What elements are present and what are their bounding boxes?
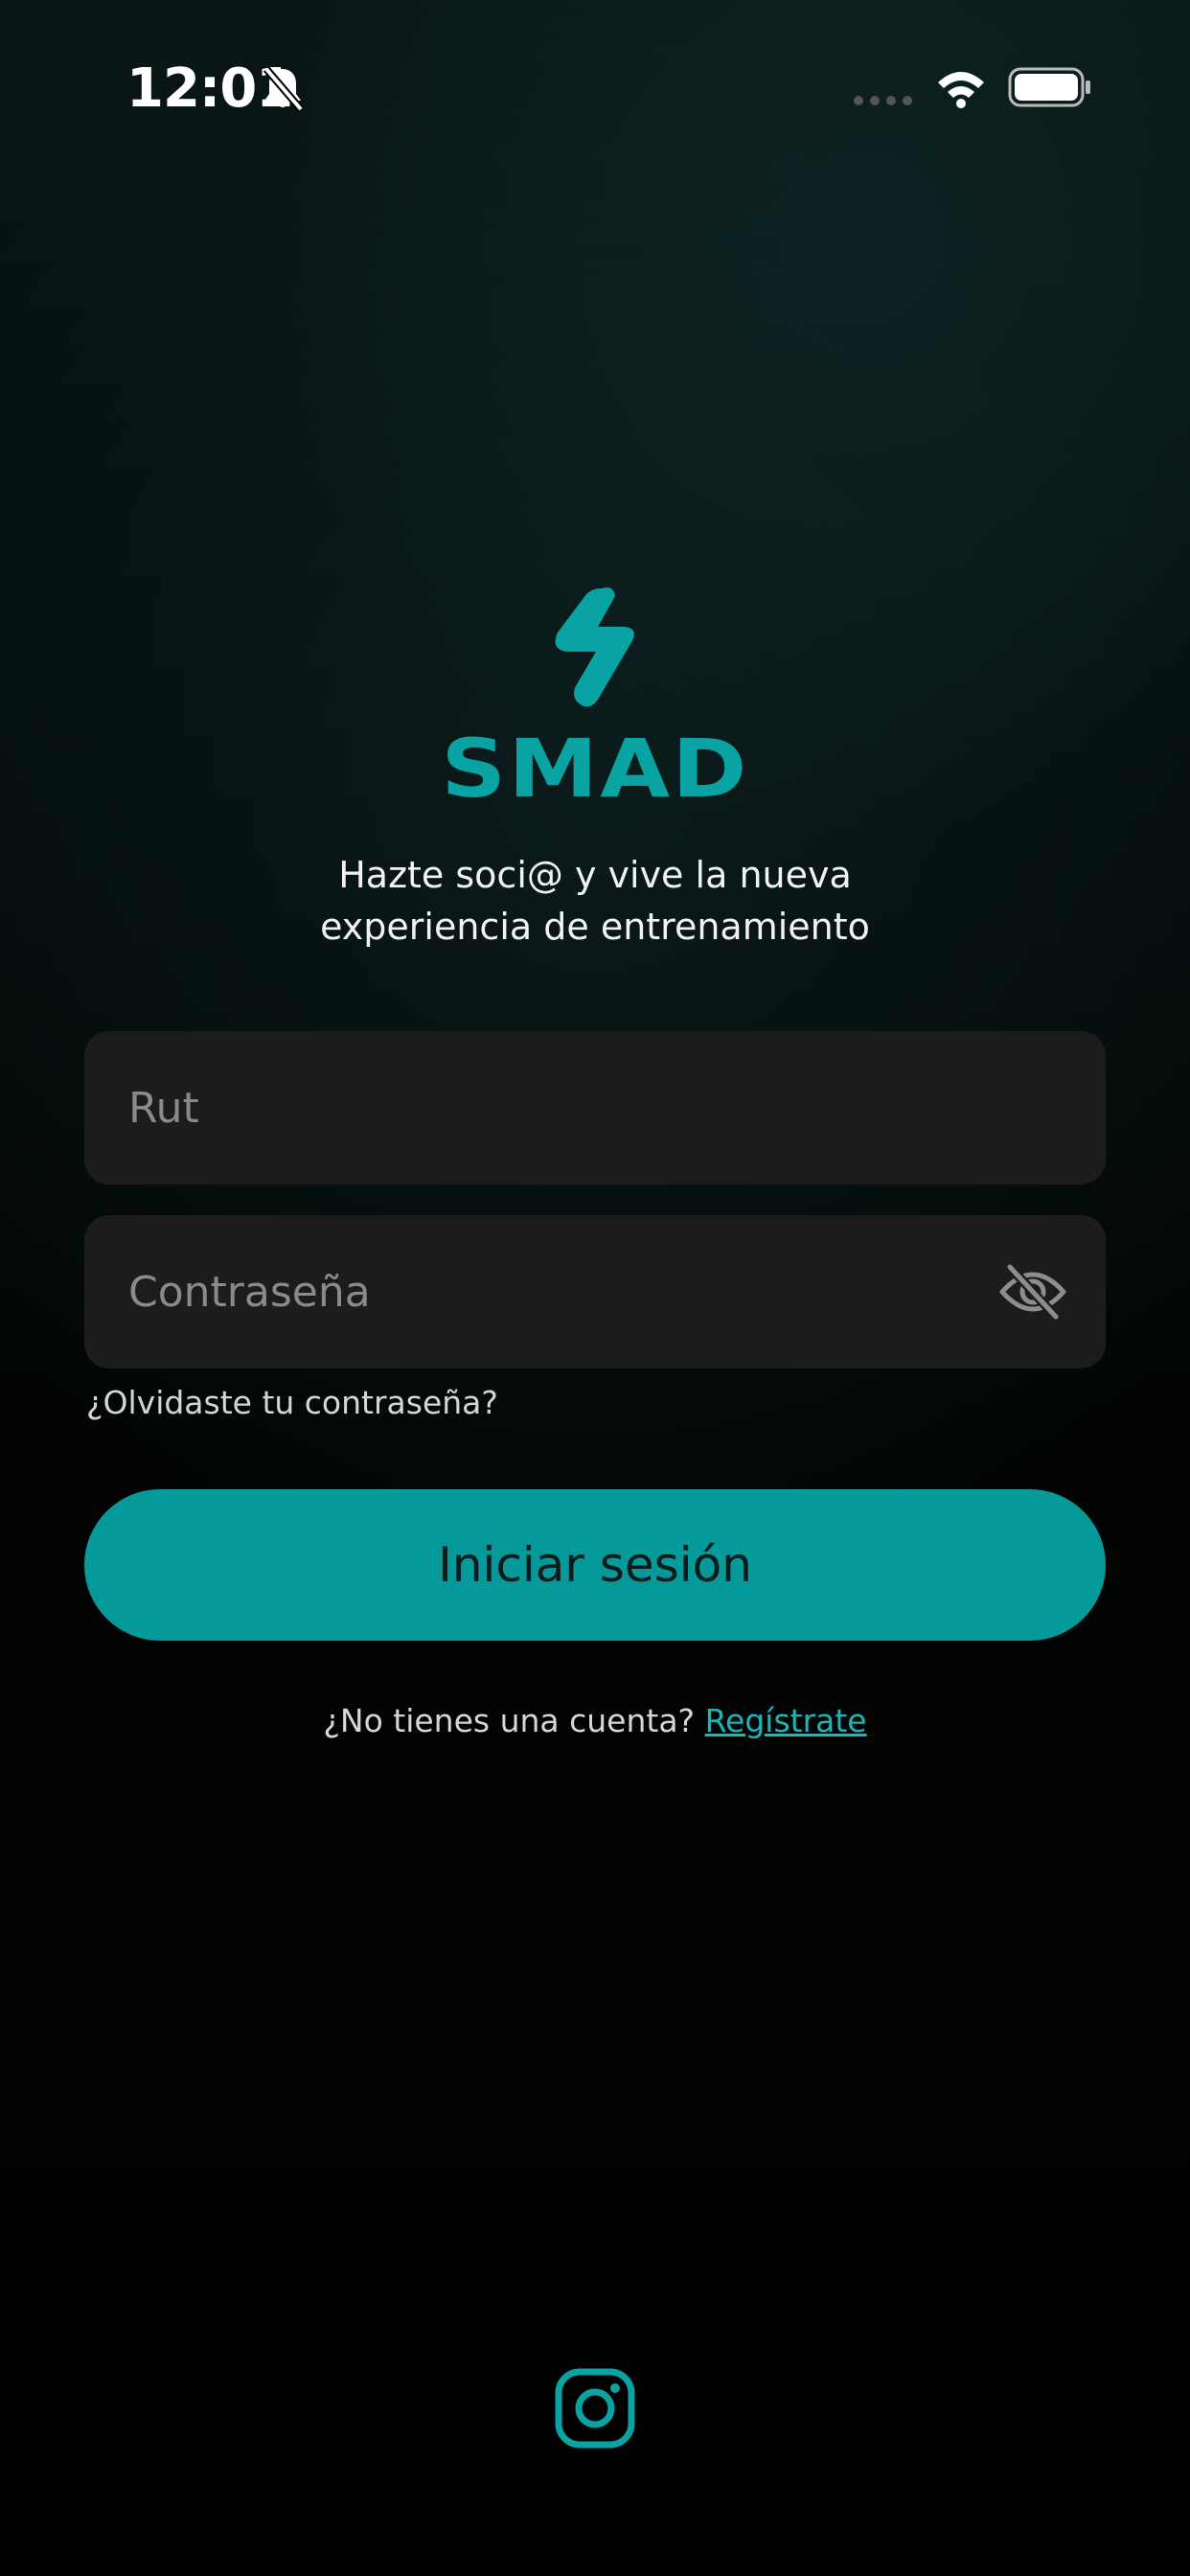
rut-field[interactable] xyxy=(84,1031,1106,1184)
battery-icon xyxy=(1008,67,1090,107)
signup-row: ¿No tienes una cuenta? Regístrate xyxy=(0,1698,1190,1744)
eye-slash-icon[interactable] xyxy=(998,1261,1067,1322)
forgot-password-link[interactable]: ¿Olvidaste tu contraseña? xyxy=(86,1380,498,1426)
login-screen: 12:01 SMAD Hazte soci@ y vive la nueva e… xyxy=(0,0,1190,2576)
password-input[interactable] xyxy=(128,1215,991,1368)
rut-input[interactable] xyxy=(128,1031,991,1184)
login-button[interactable]: Iniciar sesión xyxy=(84,1489,1106,1641)
signup-prompt: ¿No tienes una cuenta? xyxy=(323,1702,705,1739)
instagram-icon[interactable] xyxy=(554,2367,636,2450)
lightning-bolt-icon xyxy=(555,587,634,707)
password-field[interactable] xyxy=(84,1215,1106,1368)
signup-link[interactable]: Regístrate xyxy=(705,1702,867,1739)
tagline-line-2: experiencia de entrenamiento xyxy=(320,906,870,948)
cellular-icon xyxy=(854,96,912,105)
tagline-line-1: Hazte soci@ y vive la nueva xyxy=(338,854,852,896)
bell-slash-icon xyxy=(263,66,305,112)
brand-name: SMAD xyxy=(441,722,749,816)
tagline: Hazte soci@ y vive la nueva experiencia … xyxy=(0,849,1190,953)
wifi-icon xyxy=(938,72,984,108)
